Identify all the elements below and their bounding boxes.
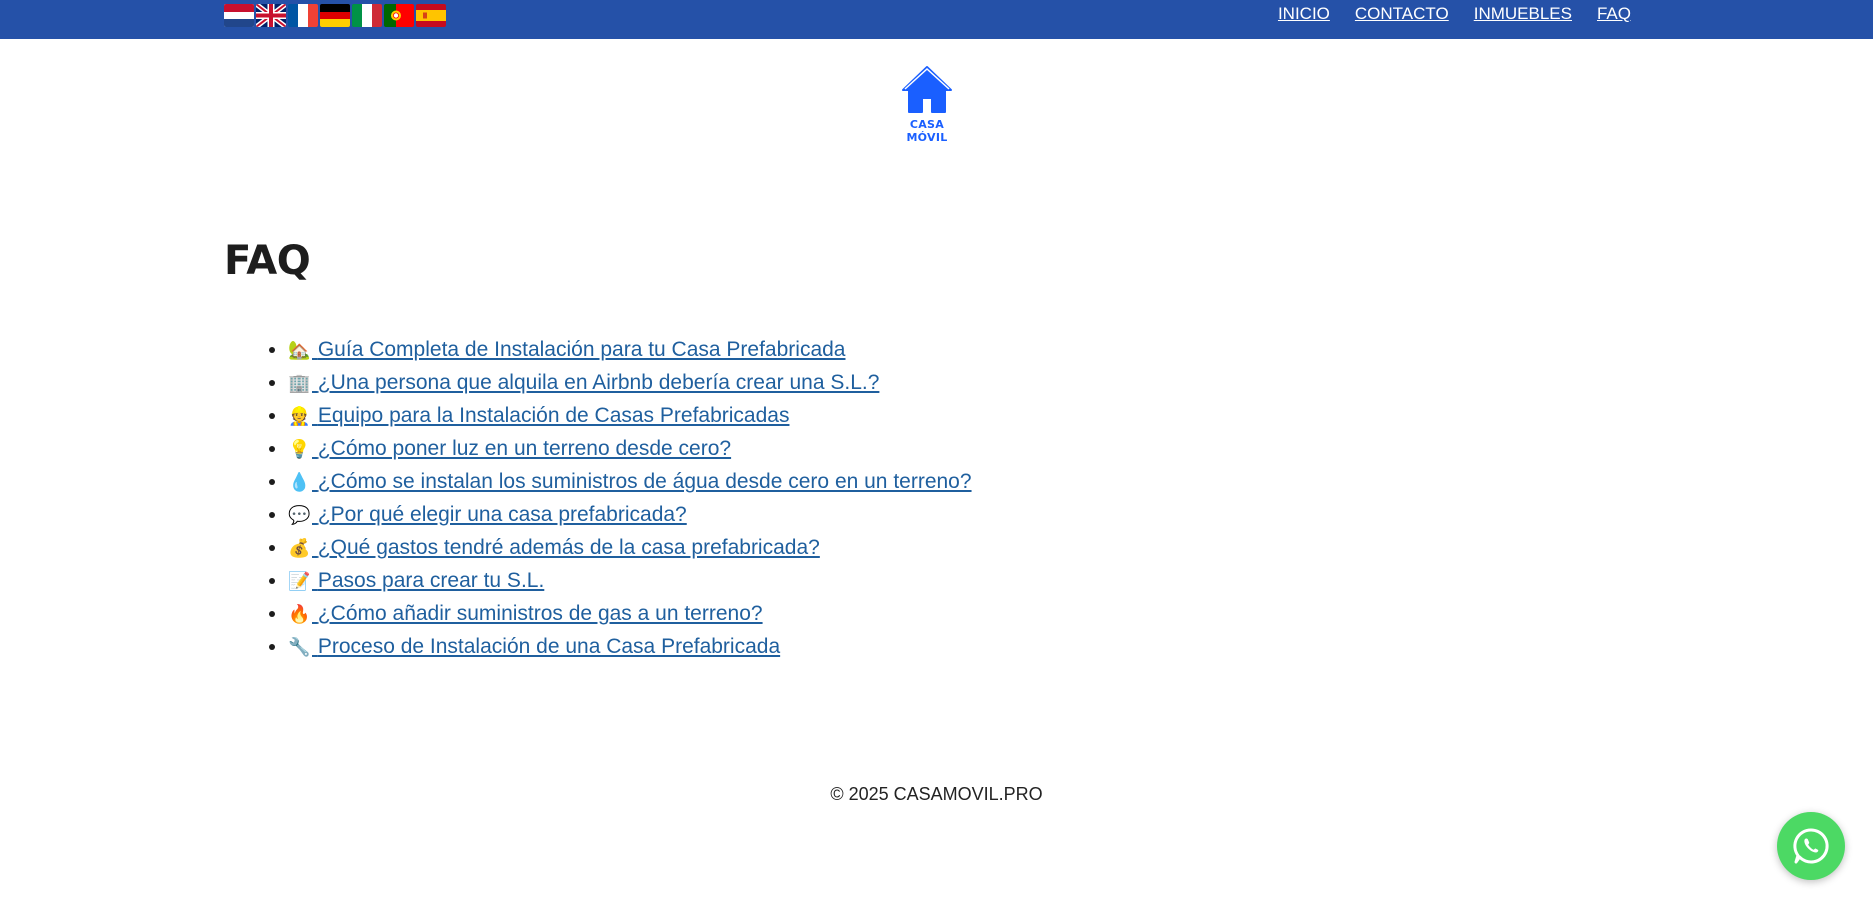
house-icon [902, 66, 952, 113]
uk-flag-icon[interactable] [256, 4, 286, 27]
faq-link[interactable]: 💰 ¿Qué gastos tendré además de la casa p… [288, 536, 820, 559]
water-droplet-icon: 💧 [288, 472, 311, 493]
whatsapp-icon [1793, 828, 1829, 864]
list-item: 🏡 Guía Completa de Instalación para tu C… [288, 334, 972, 367]
nav-inmuebles[interactable]: INMUEBLES [1474, 4, 1572, 24]
language-flags [224, 4, 446, 27]
site-logo[interactable]: CASA MÓVIL [892, 64, 962, 144]
spain-flag-icon[interactable] [416, 4, 446, 27]
fire-icon: 🔥 [288, 604, 311, 625]
nav-contacto[interactable]: CONTACTO [1355, 4, 1449, 24]
page-title: FAQ [224, 238, 311, 284]
house-with-garden-icon: 🏡 [288, 340, 311, 361]
money-bag-icon: 💰 [288, 538, 311, 559]
faq-link-label: ¿Una persona que alquila en Airbnb deber… [317, 371, 880, 394]
list-item: 💧 ¿Cómo se instalan los suministros de á… [288, 466, 972, 499]
logo-text: CASA MÓVIL [906, 118, 948, 144]
faq-link[interactable]: 🏡 Guía Completa de Instalación para tu C… [288, 338, 845, 361]
office-building-icon: 🏢 [288, 373, 311, 394]
italy-flag-icon[interactable] [352, 4, 382, 27]
faq-link-label: ¿Cómo poner luz en un terreno desde cero… [317, 437, 732, 460]
list-item: 📝 Pasos para crear tu S.L. [288, 565, 972, 598]
faq-link[interactable]: 💬 ¿Por qué elegir una casa prefabricada? [288, 503, 687, 526]
construction-worker-icon: 👷 [288, 406, 311, 427]
faq-link[interactable]: 🔧 Proceso de Instalación de una Casa Pre… [288, 635, 780, 658]
speech-bubble-icon: 💬 [288, 505, 311, 526]
nav-inicio[interactable]: INICIO [1278, 4, 1330, 24]
wrench-icon: 🔧 [288, 637, 311, 658]
faq-link[interactable]: 👷 Equipo para la Instalación de Casas Pr… [288, 404, 789, 427]
faq-list: 🏡 Guía Completa de Instalación para tu C… [264, 334, 972, 664]
whatsapp-button[interactable] [1777, 812, 1845, 880]
main-nav: INICIO CONTACTO INMUEBLES FAQ [1278, 4, 1631, 24]
faq-link-label: ¿Cómo se instalan los suministros de águ… [317, 470, 972, 493]
faq-link[interactable]: 📝 Pasos para crear tu S.L. [288, 569, 544, 592]
faq-link[interactable]: 🔥 ¿Cómo añadir suministros de gas a un t… [288, 602, 763, 625]
faq-link-label: Proceso de Instalación de una Casa Prefa… [317, 635, 781, 658]
nav-faq[interactable]: FAQ [1597, 4, 1631, 24]
list-item: 💬 ¿Por qué elegir una casa prefabricada? [288, 499, 972, 532]
faq-link[interactable]: 💧 ¿Cómo se instalan los suministros de á… [288, 470, 972, 493]
faq-link-label: ¿Cómo añadir suministros de gas a un ter… [317, 602, 763, 625]
netherlands-flag-icon[interactable] [224, 4, 254, 27]
list-item: 👷 Equipo para la Instalación de Casas Pr… [288, 400, 972, 433]
list-item: 🏢 ¿Una persona que alquila en Airbnb deb… [288, 367, 972, 400]
faq-link-label: Guía Completa de Instalación para tu Cas… [317, 338, 846, 361]
faq-link-label: Pasos para crear tu S.L. [317, 569, 545, 592]
footer-copyright: © 2025 CASAMOVIL.PRO [830, 784, 1043, 804]
top-bar: INICIO CONTACTO INMUEBLES FAQ [0, 0, 1873, 39]
germany-flag-icon[interactable] [320, 4, 350, 27]
list-item: 💰 ¿Qué gastos tendré además de la casa p… [288, 532, 972, 565]
faq-link[interactable]: 🏢 ¿Una persona que alquila en Airbnb deb… [288, 371, 879, 394]
memo-icon: 📝 [288, 571, 311, 592]
list-item: 💡 ¿Cómo poner luz en un terreno desde ce… [288, 433, 972, 466]
faq-link-label: ¿Qué gastos tendré además de la casa pre… [317, 536, 820, 559]
faq-link-label: ¿Por qué elegir una casa prefabricada? [317, 503, 687, 526]
list-item: 🔧 Proceso de Instalación de una Casa Pre… [288, 631, 972, 664]
france-flag-icon[interactable] [288, 4, 318, 27]
portugal-flag-icon[interactable] [384, 4, 414, 27]
list-item: 🔥 ¿Cómo añadir suministros de gas a un t… [288, 598, 972, 631]
faq-link-label: Equipo para la Instalación de Casas Pref… [317, 404, 790, 427]
faq-link[interactable]: 💡 ¿Cómo poner luz en un terreno desde ce… [288, 437, 731, 460]
light-bulb-icon: 💡 [288, 439, 311, 460]
